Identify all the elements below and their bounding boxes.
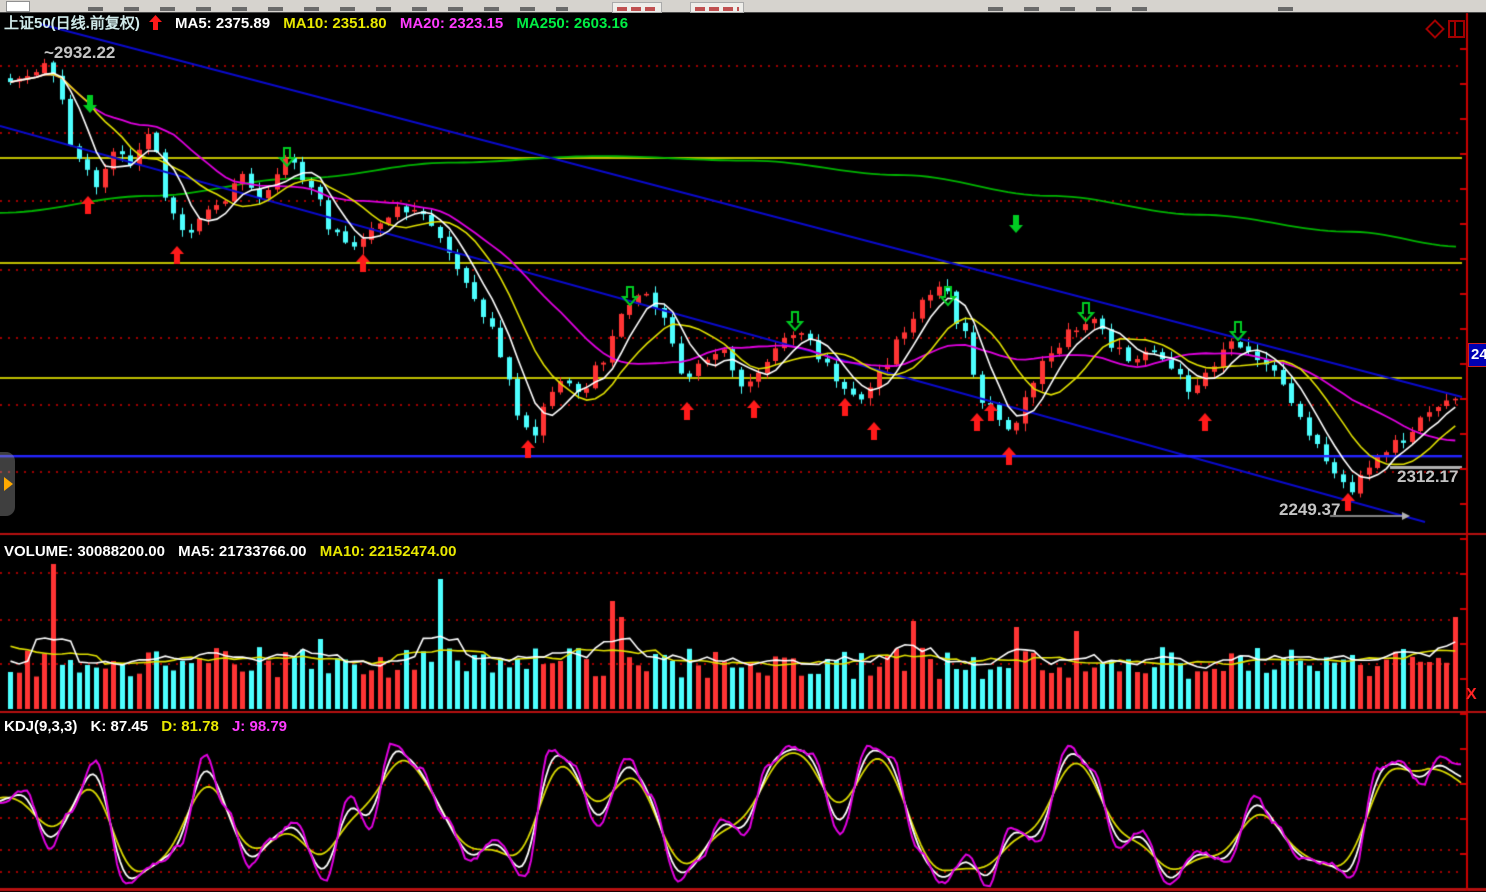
- split-window-icon[interactable]: [1448, 20, 1465, 38]
- signal-up-arrow-icon: [149, 15, 162, 32]
- main-chart-header: 上证50(日线.前复权) MA5: 2375.89 MA10: 2351.80 …: [4, 15, 637, 31]
- ma10-readout: MA10: 2351.80: [283, 15, 386, 32]
- kdj-header: KDJ(9,3,3) K: 87.45 D: 81.78 J: 98.79: [4, 719, 296, 734]
- volume-header: VOLUME: 30088200.00 MA5: 21733766.00 MA1…: [4, 544, 465, 559]
- support-price-label: 2312.17: [1397, 468, 1458, 485]
- kdj-k-readout: K: 87.45: [91, 718, 149, 735]
- top-toolbar[interactable]: [0, 0, 1486, 13]
- chart-area[interactable]: [0, 0, 1486, 892]
- kdj-d-readout: D: 81.78: [161, 718, 219, 735]
- kdj-j-readout: J: 98.79: [232, 718, 287, 735]
- instrument-title: 上证50(日线.前复权): [4, 15, 140, 32]
- left-panel-expander[interactable]: [0, 452, 15, 516]
- toolbar-button-red-2[interactable]: [690, 2, 744, 13]
- expander-arrow-icon: [4, 477, 13, 491]
- ma20-readout: MA20: 2323.15: [400, 15, 503, 32]
- ma5-readout: MA5: 2375.89: [175, 15, 270, 32]
- toolbar-field[interactable]: [6, 1, 30, 12]
- toolbar-text-stub: [88, 7, 568, 11]
- volume-ma5-readout: MA5: 21733766.00: [178, 543, 306, 560]
- toolbar-button-red-1[interactable]: [612, 2, 662, 13]
- volume-ma10-readout: MA10: 22152474.00: [320, 543, 457, 560]
- toolbar-text-stub: [1278, 7, 1300, 11]
- kdj-title: KDJ(9,3,3): [4, 718, 77, 735]
- price-axis-badge: 24: [1468, 343, 1486, 367]
- peak-price-label: ~2932.22: [44, 44, 115, 61]
- tdx-trading-terminal: 上证50(日线.前复权) MA5: 2375.89 MA10: 2351.80 …: [0, 0, 1486, 892]
- toolbar-text-stub: [988, 7, 1160, 11]
- volume-readout: VOLUME: 30088200.00: [4, 543, 165, 560]
- panel-close-x[interactable]: X: [1466, 687, 1477, 703]
- ma250-readout: MA250: 2603.16: [516, 15, 628, 32]
- swing-low-price-label: 2249.37: [1279, 501, 1340, 518]
